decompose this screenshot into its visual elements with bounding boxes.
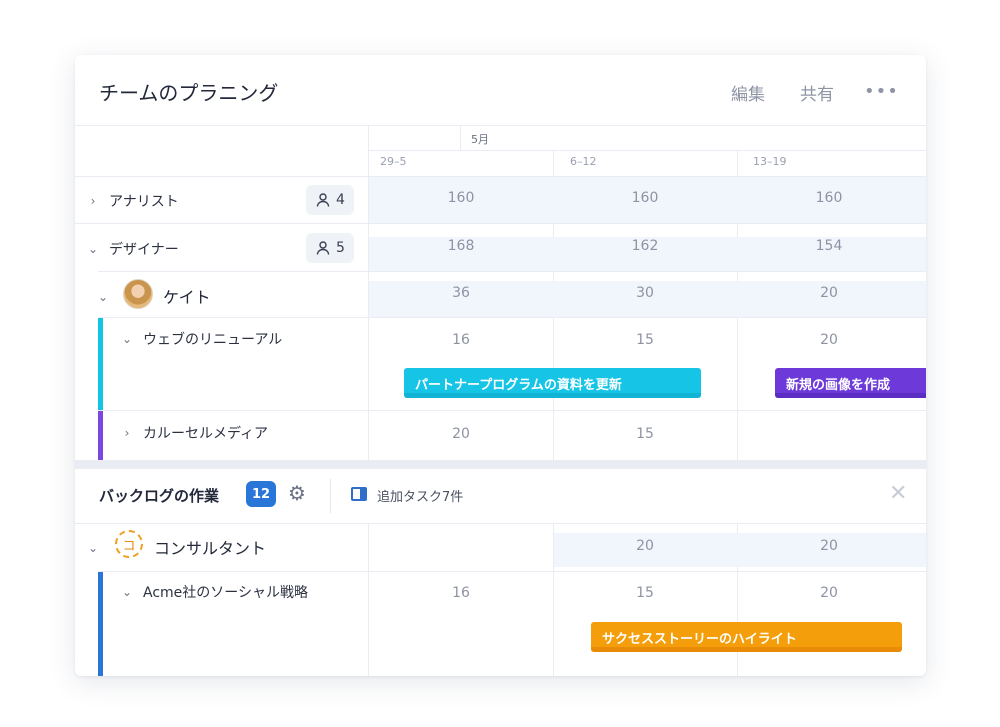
chevron-down-icon[interactable]: ⌄	[87, 242, 99, 256]
week-label: 29–5	[380, 155, 407, 168]
group-row-analyst[interactable]: › アナリスト	[87, 191, 179, 211]
role-icon: コ	[115, 530, 143, 558]
capacity-value: 30	[636, 285, 654, 301]
avatar	[123, 279, 153, 309]
member-name: ケイト	[163, 288, 211, 307]
task-label: サクセスストーリーのハイライト	[602, 631, 797, 647]
capacity-value: 168	[447, 238, 475, 254]
project-accent	[98, 411, 103, 460]
capacity-value: 16	[452, 332, 470, 348]
share-button[interactable]: 共有	[800, 80, 834, 105]
role-label: コンサルタント	[154, 539, 267, 558]
project-label: ウェブのリニューアル	[143, 332, 283, 348]
capacity-value: 20	[820, 332, 838, 348]
project-row-acme[interactable]: ⌄ Acme社のソーシャル戦略	[121, 582, 308, 602]
capacity-value: 16	[452, 585, 470, 601]
planning-card: チームのプラニング 編集 共有 ••• 5月 29–5 6–12 13–19 ›…	[75, 55, 926, 676]
capacity-value: 20	[452, 426, 470, 442]
group-label: アナリスト	[109, 194, 179, 210]
capacity-value: 160	[447, 190, 475, 206]
chevron-down-icon[interactable]: ⌄	[97, 286, 109, 305]
add-tasks-link[interactable]: 追加タスク7件	[377, 486, 463, 505]
capacity-value: 20	[820, 585, 838, 601]
capacity-value: 15	[636, 332, 654, 348]
backlog-count-badge: 12	[246, 481, 276, 507]
capacity-value: 160	[815, 190, 843, 206]
panel-icon[interactable]	[351, 487, 367, 501]
more-icon[interactable]: •••	[864, 81, 899, 102]
chevron-down-icon[interactable]: ⌄	[121, 585, 133, 599]
gear-icon[interactable]: ⚙	[288, 481, 306, 505]
chevron-right-icon[interactable]: ›	[87, 194, 99, 208]
capacity-value: 15	[636, 585, 654, 601]
member-count: 4	[336, 192, 345, 208]
capacity-value: 160	[631, 190, 659, 206]
chevron-down-icon[interactable]: ⌄	[121, 332, 133, 346]
project-row-carousel[interactable]: › カルーセルメディア	[121, 423, 268, 443]
chevron-down-icon[interactable]: ⌄	[87, 537, 99, 556]
week-label: 13–19	[753, 155, 787, 168]
close-icon[interactable]: ✕	[889, 481, 907, 506]
member-count-badge[interactable]: 5	[306, 233, 354, 263]
capacity-value: 20	[820, 538, 838, 554]
task-label: パートナープログラムの資料を更新	[415, 377, 622, 393]
week-label: 6–12	[570, 155, 597, 168]
capacity-value: 20	[636, 538, 654, 554]
capacity-value: 36	[452, 285, 470, 301]
task-bar[interactable]: サクセスストーリーのハイライト	[591, 622, 902, 652]
group-row-designer[interactable]: ⌄ デザイナー	[87, 239, 179, 259]
backlog-title: バックログの作業	[99, 487, 220, 505]
project-row-web-renewal[interactable]: ⌄ ウェブのリニューアル	[121, 329, 282, 349]
project-accent	[98, 572, 103, 676]
member-count-badge[interactable]: 4	[306, 185, 354, 215]
edit-button[interactable]: 編集	[731, 80, 765, 105]
project-label: カルーセルメディア	[143, 426, 269, 442]
task-bar[interactable]: 新規の画像を作成	[775, 368, 926, 398]
person-icon	[316, 241, 330, 255]
chevron-right-icon[interactable]: ›	[121, 426, 133, 440]
member-count: 5	[336, 240, 345, 256]
capacity-value: 15	[636, 426, 654, 442]
task-label: 新規の画像を作成	[786, 377, 891, 393]
month-label: 5月	[471, 133, 489, 146]
project-label: Acme社のソーシャル戦略	[143, 585, 308, 601]
backlog-separator	[75, 460, 926, 469]
task-bar[interactable]: パートナープログラムの資料を更新	[404, 368, 701, 398]
capacity-value: 154	[815, 238, 843, 254]
project-accent	[98, 318, 103, 410]
capacity-value: 20	[820, 285, 838, 301]
group-label: デザイナー	[109, 242, 179, 258]
capacity-value: 162	[631, 238, 659, 254]
person-icon	[316, 193, 330, 207]
page-title: チームのプラニング	[99, 81, 279, 105]
